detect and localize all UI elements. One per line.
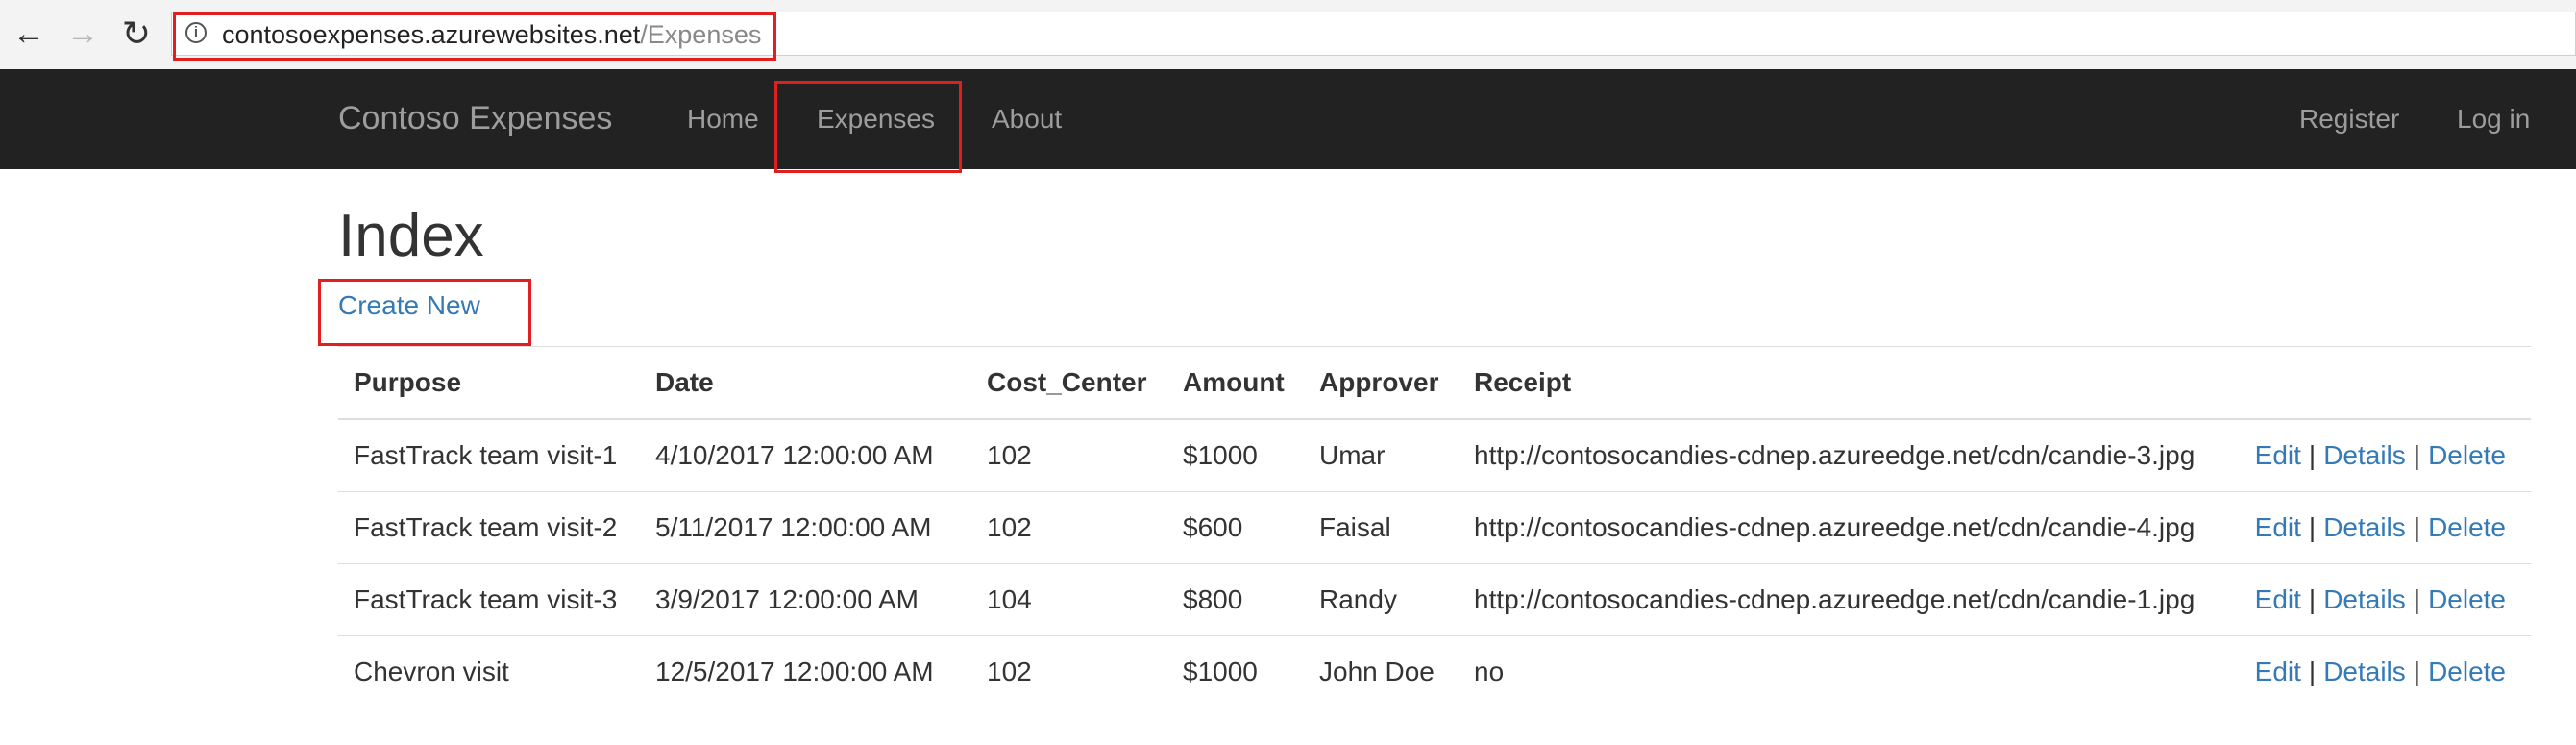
- cell-receipt: http://contosocandies-cdnep.azureedge.ne…: [1459, 563, 2232, 636]
- cell-actions: Edit | Details | Delete: [2231, 418, 2531, 492]
- details-link[interactable]: Details: [2323, 512, 2406, 542]
- cell-approver: Umar: [1304, 418, 1459, 492]
- cell-amount: $800: [1167, 563, 1304, 636]
- cell-cost-center: 102: [971, 491, 1167, 564]
- header-cost-center: Cost_Center: [971, 346, 1167, 420]
- action-separator: |: [2308, 512, 2317, 542]
- expenses-highlight-box: [774, 81, 962, 173]
- edit-link[interactable]: Edit: [2255, 657, 2301, 686]
- cell-date: 3/9/2017 12:00:00 AM: [640, 563, 971, 636]
- delete-link[interactable]: Delete: [2428, 657, 2506, 686]
- table-row: FastTrack team visit-1 4/10/2017 12:00:0…: [338, 418, 2531, 492]
- cell-receipt: http://contosocandies-cdnep.azureedge.ne…: [1459, 491, 2232, 564]
- table-row: FastTrack team visit-2 5/11/2017 12:00:0…: [338, 491, 2531, 564]
- cell-date: 4/10/2017 12:00:00 AM: [640, 418, 971, 492]
- cell-receipt: http://contosocandies-cdnep.azureedge.ne…: [1459, 418, 2232, 492]
- header-purpose: Purpose: [338, 346, 640, 420]
- action-separator: |: [2308, 584, 2317, 614]
- cell-cost-center: 102: [971, 418, 1167, 492]
- cell-cost-center: 102: [971, 635, 1167, 708]
- details-link[interactable]: Details: [2323, 440, 2406, 470]
- reload-icon[interactable]: ↻: [117, 14, 156, 53]
- cell-actions: Edit | Details | Delete: [2231, 563, 2531, 636]
- nav-register-link[interactable]: Register: [2299, 104, 2399, 135]
- table-row: Chevron visit 12/5/2017 12:00:00 AM 102 …: [338, 635, 2531, 708]
- nav-login-link[interactable]: Log in: [2457, 104, 2530, 135]
- cell-amount: $1000: [1167, 418, 1304, 492]
- header-actions: [2231, 346, 2531, 420]
- header-amount: Amount: [1167, 346, 1304, 420]
- create-new-highlight-box: [318, 279, 531, 346]
- action-separator: |: [2308, 657, 2317, 686]
- page-title: Index: [338, 203, 484, 269]
- cell-actions: Edit | Details | Delete: [2231, 491, 2531, 564]
- nav-home-link[interactable]: Home: [687, 104, 759, 135]
- action-separator: |: [2413, 440, 2421, 470]
- cell-approver: Faisal: [1304, 491, 1459, 564]
- action-separator: |: [2413, 657, 2421, 686]
- edit-link[interactable]: Edit: [2255, 440, 2301, 470]
- brand-link[interactable]: Contoso Expenses: [338, 100, 612, 137]
- back-arrow-icon[interactable]: ←: [10, 14, 48, 53]
- cell-cost-center: 104: [971, 563, 1167, 636]
- header-date: Date: [640, 346, 971, 420]
- header-receipt: Receipt: [1459, 346, 2232, 420]
- cell-amount: $1000: [1167, 635, 1304, 708]
- delete-link[interactable]: Delete: [2428, 440, 2506, 470]
- details-link[interactable]: Details: [2323, 584, 2406, 614]
- edit-link[interactable]: Edit: [2255, 512, 2301, 542]
- action-separator: |: [2413, 584, 2421, 614]
- cell-approver: Randy: [1304, 563, 1459, 636]
- cell-purpose: FastTrack team visit-1: [338, 418, 640, 492]
- forward-arrow-icon[interactable]: →: [63, 14, 102, 53]
- site-navbar: Contoso Expenses Home Expenses About Reg…: [0, 69, 2576, 169]
- edit-link[interactable]: Edit: [2255, 584, 2301, 614]
- action-separator: |: [2413, 512, 2421, 542]
- header-approver: Approver: [1304, 346, 1459, 420]
- cell-date: 12/5/2017 12:00:00 AM: [640, 635, 971, 708]
- url-highlight-box: [173, 12, 776, 61]
- delete-link[interactable]: Delete: [2428, 584, 2506, 614]
- nav-about-link[interactable]: About: [992, 104, 1062, 135]
- cell-amount: $600: [1167, 491, 1304, 564]
- table-header-row: Purpose Date Cost_Center Amount Approver…: [338, 346, 2531, 420]
- cell-date: 5/11/2017 12:00:00 AM: [640, 491, 971, 564]
- cell-approver: John Doe: [1304, 635, 1459, 708]
- cell-purpose: FastTrack team visit-3: [338, 563, 640, 636]
- action-separator: |: [2308, 440, 2317, 470]
- cell-actions: Edit | Details | Delete: [2231, 635, 2531, 708]
- delete-link[interactable]: Delete: [2428, 512, 2506, 542]
- cell-purpose: Chevron visit: [338, 635, 640, 708]
- expenses-table: Purpose Date Cost_Center Amount Approver…: [338, 346, 2531, 708]
- details-link[interactable]: Details: [2323, 657, 2406, 686]
- table-row: FastTrack team visit-3 3/9/2017 12:00:00…: [338, 563, 2531, 636]
- cell-receipt: no: [1459, 635, 2232, 708]
- cell-purpose: FastTrack team visit-2: [338, 491, 640, 564]
